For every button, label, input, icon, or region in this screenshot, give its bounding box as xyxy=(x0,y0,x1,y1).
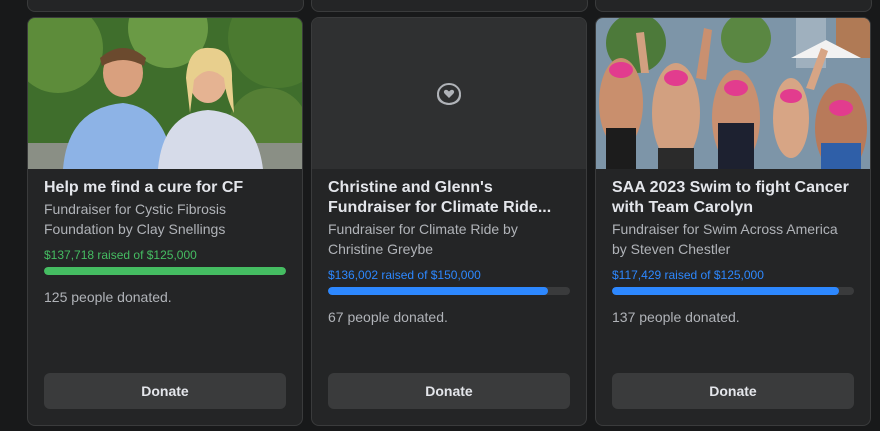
fundraiser-card[interactable]: SAA 2023 Swim to fight Cancer with Team … xyxy=(595,17,871,426)
progress-bar xyxy=(612,287,854,295)
fundraiser-subtitle: Fundraiser for Swim Across America by St… xyxy=(612,221,838,257)
progress-fill xyxy=(44,267,286,275)
progress-fill xyxy=(612,287,840,295)
previous-card-edge xyxy=(27,0,304,12)
fundraiser-subtitle: Fundraiser for Climate Ride by Christine… xyxy=(328,221,518,257)
heart-coin-icon xyxy=(437,82,461,105)
amount-raised: $137,718 raised of $125,000 xyxy=(44,248,197,262)
donor-count: 137 people donated. xyxy=(612,309,740,325)
fundraiser-card[interactable]: Christine and Glenn's Fundraiser for Cli… xyxy=(311,17,587,426)
fundraiser-title[interactable]: Christine and Glenn's Fundraiser for Cli… xyxy=(328,178,570,218)
donate-button[interactable]: Donate xyxy=(612,373,854,409)
fundraiser-cover-photo[interactable] xyxy=(596,18,870,169)
amount-raised: $117,429 raised of $125,000 xyxy=(612,268,764,282)
amount-raised: $136,002 raised of $150,000 xyxy=(328,268,481,282)
fundraiser-title[interactable]: Help me find a cure for CF xyxy=(44,178,286,198)
fundraiser-cover-photo[interactable] xyxy=(28,18,302,169)
donate-button[interactable]: Donate xyxy=(44,373,286,409)
progress-bar xyxy=(328,287,570,295)
fundraiser-cover-placeholder[interactable] xyxy=(312,18,586,169)
previous-card-edge xyxy=(311,0,588,12)
fundraiser-subtitle: Fundraiser for Cystic Fibrosis Foundatio… xyxy=(44,201,227,237)
previous-card-edge xyxy=(595,0,872,12)
fundraiser-title[interactable]: SAA 2023 Swim to fight Cancer with Team … xyxy=(612,178,854,218)
progress-bar xyxy=(44,267,286,275)
progress-fill xyxy=(328,287,549,295)
donate-button[interactable]: Donate xyxy=(328,373,570,409)
donor-count: 67 people donated. xyxy=(328,309,448,325)
donor-count: 125 people donated. xyxy=(44,289,172,305)
fundraiser-card[interactable]: Help me find a cure for CF Fundraiser fo… xyxy=(27,17,303,426)
